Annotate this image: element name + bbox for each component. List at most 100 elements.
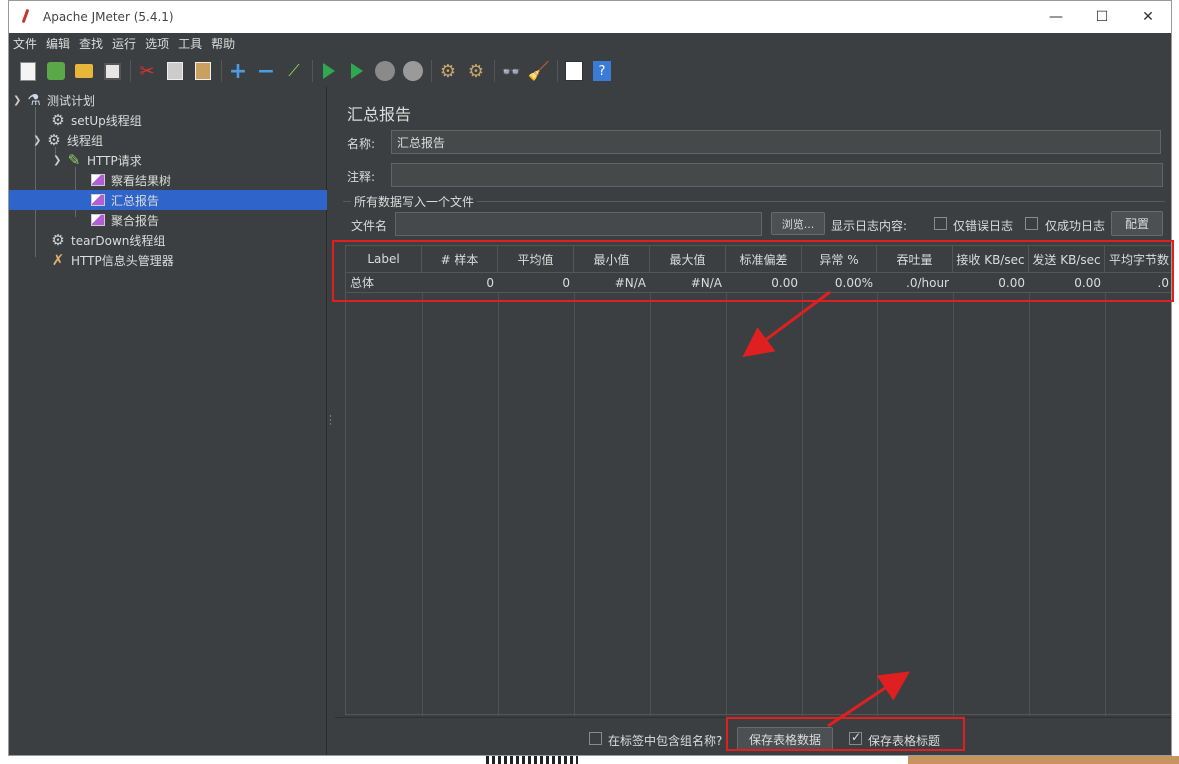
tree-item-setup-thread-group[interactable]: ⚙ setUp线程组 (49, 110, 142, 130)
column-divider (422, 293, 423, 716)
column-divider (953, 293, 954, 716)
menu-tools[interactable]: 工具 (174, 35, 207, 52)
listener-icon (89, 211, 107, 229)
function-helper-icon[interactable] (562, 59, 586, 83)
shutdown-icon[interactable] (401, 59, 425, 83)
success-only-checkbox[interactable] (1025, 217, 1038, 230)
name-input[interactable]: 汇总报告 (391, 130, 1161, 154)
expand-icon[interactable]: + (226, 59, 250, 84)
stop-icon[interactable] (373, 59, 397, 83)
tree-item-label: 测试计划 (47, 93, 96, 108)
window-title: Apache JMeter (5.4.1) (43, 10, 174, 24)
tree-item-summary-report[interactable]: 汇总报告 (9, 190, 327, 210)
open-icon[interactable] (72, 59, 96, 83)
results-table: Label # 样本 平均值 最小值 最大值 标准偏差 异常 % 吞吐量 接收 … (345, 245, 1171, 716)
tree-item-label: 察看结果树 (111, 173, 172, 188)
toolbar-separator (221, 60, 222, 82)
start-icon[interactable] (317, 59, 341, 83)
include-group-checkbox[interactable] (589, 732, 602, 745)
copy-icon[interactable] (163, 59, 187, 83)
tree-item-header-manager[interactable]: ✗ HTTP信息头管理器 (49, 250, 174, 270)
clear-icon[interactable]: ⚙ (436, 59, 460, 83)
include-group-label: 在标签中包含组名称? (608, 734, 723, 748)
browse-button[interactable]: 浏览... (771, 212, 825, 235)
highlight-box-table (332, 240, 1174, 302)
configure-button[interactable]: 配置 (1111, 211, 1163, 236)
page-title: 汇总报告 (347, 105, 412, 124)
splitter-handle[interactable]: · · · (329, 413, 333, 430)
maximize-button[interactable]: ☐ (1079, 1, 1125, 33)
window-controls: — ☐ ✕ (1033, 1, 1171, 33)
clear-all-icon[interactable]: ⚙ (464, 59, 488, 83)
start-no-pause-icon[interactable] (345, 59, 369, 83)
close-button[interactable]: ✕ (1125, 1, 1171, 33)
title-bar: Apache JMeter (5.4.1) — ☐ ✕ (9, 1, 1171, 33)
chevron-down-icon[interactable]: ❯ (13, 95, 25, 106)
column-divider (1029, 293, 1030, 716)
tree-item-label: HTTP请求 (87, 153, 142, 168)
reset-search-icon[interactable]: 🧹 (527, 59, 551, 83)
tree-item-view-results-tree[interactable]: 察看结果树 (89, 170, 171, 190)
tree-item-label: 线程组 (67, 133, 104, 148)
gear-icon: ⚙ (51, 111, 65, 129)
column-divider (1105, 293, 1106, 716)
tree-item-thread-group[interactable]: ❯ ⚙ 线程组 (33, 130, 103, 150)
paste-icon[interactable] (191, 59, 215, 83)
filename-input[interactable] (395, 212, 762, 236)
comment-label: 注释: (347, 170, 376, 184)
toolbar: ✂ + − ⟋ ⚙ ⚙ 👓 🧹 ? (9, 55, 1171, 87)
toolbar-separator (431, 60, 432, 82)
jmeter-window: Apache JMeter (5.4.1) — ☐ ✕ 文件 编辑 查找 运行 … (8, 0, 1172, 756)
tools-icon: ✗ (51, 251, 65, 269)
help-icon[interactable]: ? (590, 59, 614, 83)
column-divider (574, 293, 575, 716)
flask-icon: ⚗ (27, 91, 41, 109)
file-group-title: 所有数据写入一个文件 (351, 193, 478, 210)
menu-options[interactable]: 选项 (141, 35, 174, 52)
menu-help[interactable]: 帮助 (207, 35, 240, 52)
toolbar-separator (557, 60, 558, 82)
tree-item-label: 汇总报告 (111, 193, 160, 208)
menu-run[interactable]: 运行 (108, 35, 141, 52)
jmeter-feather-icon (19, 9, 33, 25)
tree-item-test-plan[interactable]: ❯ ⚗ 测试计划 (13, 90, 95, 110)
errors-only-label: 仅错误日志 (953, 219, 1014, 233)
filename-label: 文件名 (351, 219, 388, 233)
listener-icon (89, 191, 107, 209)
errors-only-checkbox[interactable] (934, 217, 947, 230)
tree-item-teardown-thread-group[interactable]: ⚙ tearDown线程组 (49, 230, 165, 250)
column-divider (650, 293, 651, 716)
search-icon[interactable]: 👓 (499, 59, 523, 83)
test-plan-tree: ❯ ⚗ 测试计划 ⚙ setUp线程组 ❯ ⚙ 线程组 ❯ ✎ HTTP请求 察… (9, 87, 327, 755)
toggle-icon[interactable]: ⟋ (282, 59, 306, 83)
menu-edit[interactable]: 编辑 (42, 35, 75, 52)
tree-item-aggregate-report[interactable]: 聚合报告 (89, 210, 159, 230)
tree-item-label: setUp线程组 (71, 113, 142, 128)
gear-icon: ⚙ (51, 231, 65, 249)
column-divider (726, 293, 727, 716)
tree-item-label: 聚合报告 (111, 213, 160, 228)
menu-search[interactable]: 查找 (75, 35, 108, 52)
background-image-fragment (908, 756, 1179, 764)
collapse-icon[interactable]: − (254, 59, 278, 84)
chevron-down-icon[interactable]: ❯ (33, 135, 45, 146)
column-divider (498, 293, 499, 716)
templates-icon[interactable] (44, 59, 68, 83)
save-icon[interactable] (100, 59, 124, 83)
cut-icon[interactable]: ✂ (135, 59, 159, 83)
menu-file[interactable]: 文件 (9, 35, 42, 52)
listener-icon (89, 171, 107, 189)
toolbar-separator (312, 60, 313, 82)
comment-input[interactable] (391, 163, 1163, 187)
background-qr-fragment (486, 756, 578, 764)
tree-item-http-request[interactable]: ❯ ✎ HTTP请求 (53, 150, 142, 170)
chevron-down-icon[interactable]: ❯ (53, 155, 65, 166)
sampler-icon: ✎ (67, 151, 81, 169)
log-display-label: 显示日志内容: (831, 219, 908, 233)
column-divider (877, 293, 878, 716)
toolbar-separator (130, 60, 131, 82)
gear-icon: ⚙ (47, 131, 61, 149)
minimize-button[interactable]: — (1033, 1, 1079, 33)
highlight-box-save (726, 717, 965, 751)
new-icon[interactable] (16, 59, 40, 83)
